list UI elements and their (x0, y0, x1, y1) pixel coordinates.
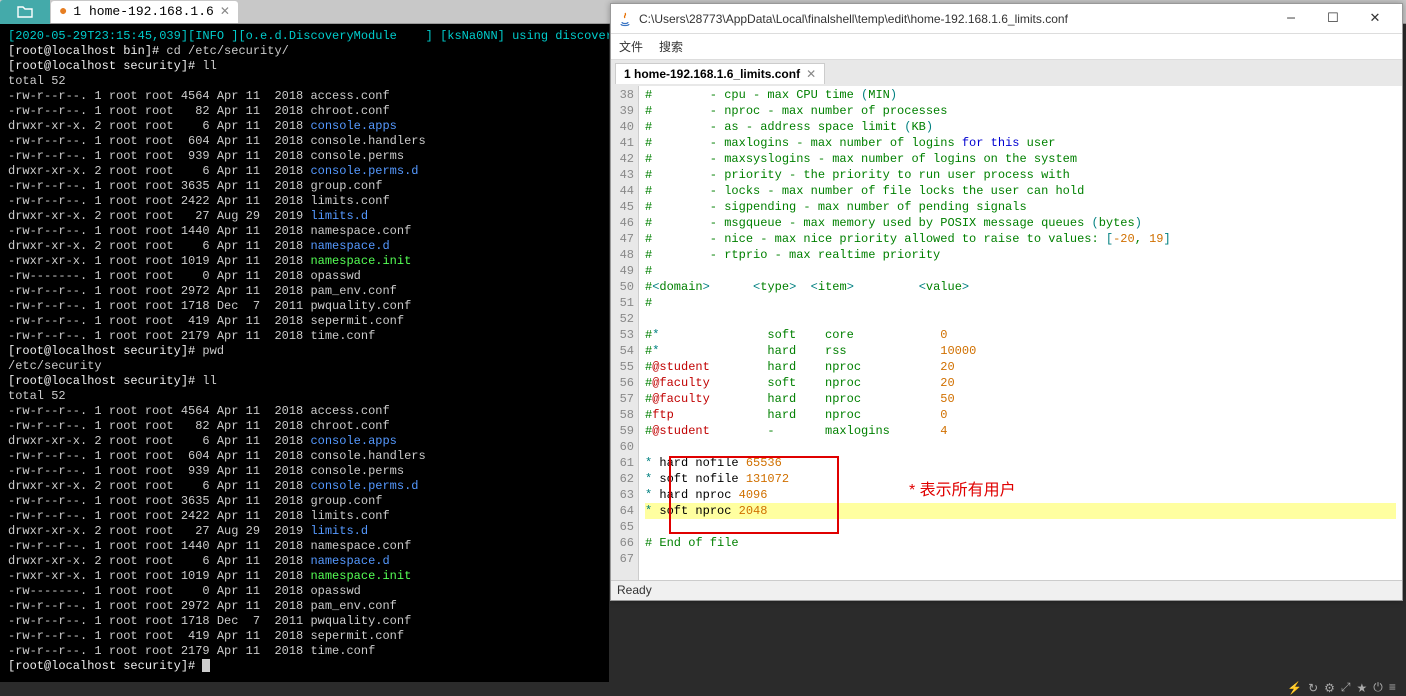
minimize-button[interactable]: ─ (1270, 4, 1312, 34)
close-icon[interactable]: ✕ (806, 67, 816, 81)
editor-tabstrip: 1 home-192.168.1.6_limits.conf ✕ (611, 60, 1402, 86)
status-text: Ready (617, 583, 652, 597)
star-icon[interactable]: ★ (1357, 681, 1368, 696)
terminal[interactable]: [2020-05-29T23:15:45,039][INFO ][o.e.d.D… (0, 24, 609, 682)
statusbar: Ready (611, 580, 1402, 600)
status-dot-icon: ● (59, 4, 67, 20)
close-icon[interactable]: ✕ (220, 4, 230, 19)
menu-search[interactable]: 搜索 (659, 38, 683, 55)
refresh-icon[interactable]: ↻ (1308, 681, 1318, 696)
maximize-button[interactable]: ☐ (1312, 4, 1354, 34)
editor-titlebar[interactable]: C:\Users\28773\AppData\Local\finalshell\… (611, 4, 1402, 34)
editor-tab-title: 1 home-192.168.1.6_limits.conf (624, 67, 800, 81)
tab-title: 1 home-192.168.1.6 (73, 4, 213, 19)
power-icon[interactable]: ⏻ (1373, 681, 1383, 695)
bottom-strip: ⚡ ↻ ⚙ ⤢ ★ ⏻ ≡ (0, 682, 1406, 694)
java-icon (617, 11, 633, 27)
expand-icon[interactable]: ⤢ (1341, 681, 1351, 695)
settings-icon[interactable]: ⚙ (1324, 681, 1335, 696)
menu-file[interactable]: 文件 (619, 38, 643, 55)
menu-icon[interactable]: ≡ (1389, 681, 1396, 695)
app-icon[interactable] (0, 0, 50, 24)
editor-window: C:\Users\28773\AppData\Local\finalshell\… (610, 3, 1403, 601)
signal-icon[interactable]: ⚡ (1287, 681, 1302, 696)
close-button[interactable]: ✕ (1354, 4, 1396, 34)
connection-tab[interactable]: ● 1 home-192.168.1.6 ✕ (51, 1, 238, 23)
editor-title: C:\Users\28773\AppData\Local\finalshell\… (639, 12, 1270, 26)
editor-tab[interactable]: 1 home-192.168.1.6_limits.conf ✕ (615, 63, 825, 84)
code-area[interactable]: # - cpu - max CPU time (MIN)# - nproc - … (639, 86, 1402, 580)
editor-body[interactable]: 3839404142434445464748495051525354555657… (611, 86, 1402, 580)
editor-menubar: 文件 搜索 (611, 34, 1402, 60)
line-gutter: 3839404142434445464748495051525354555657… (611, 86, 639, 580)
